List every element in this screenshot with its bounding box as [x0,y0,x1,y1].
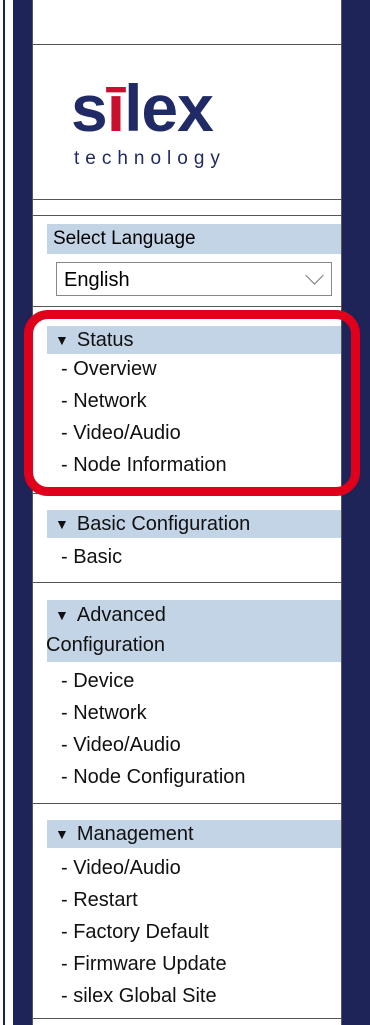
language-label: Select Language [47,224,341,254]
nav-item-video-audio[interactable]: - Video/Audio [61,421,181,445]
nav-item-factory-default[interactable]: - Factory Default [61,920,209,944]
nav-item-restart[interactable]: - Restart [61,888,138,912]
logo-tagline: technology [74,148,226,169]
nav-item-device[interactable]: - Device [61,669,134,693]
logo-text-accent: ī [106,71,125,145]
divider [33,582,341,583]
section-header-status[interactable]: ▼ Status [47,326,341,354]
section-title: Status [76,329,134,351]
nav-item-silex-global-site[interactable]: - silex Global Site [61,984,217,1008]
section-header-basic-configuration[interactable]: ▼ Basic Configuration [47,510,341,538]
logo-text-pre: s [71,71,108,145]
silex-logo: sīlex [71,75,214,141]
section-title-line1: ▼ Advanced [55,604,166,626]
nav-item-video-audio[interactable]: - Video/Audio [61,856,181,880]
nav-item-video-audio[interactable]: - Video/Audio [61,733,181,757]
divider [33,1018,341,1019]
language-select[interactable]: English [56,262,332,296]
nav-item-network[interactable]: - Network [61,701,147,725]
logo-text-post: lex [124,71,214,145]
section-header-advanced-configuration[interactable]: ▼ Advanced Configuration [46,600,341,662]
section-header-management[interactable]: ▼ Management [47,820,341,848]
divider [33,215,341,216]
nav-item-basic[interactable]: - Basic [61,545,122,569]
triangle-down-icon: ▼ [55,607,69,623]
divider [33,493,341,494]
divider [33,306,341,307]
nav-item-firmware-update[interactable]: - Firmware Update [61,952,227,976]
logo-area[interactable]: sīlex technology [33,44,341,199]
nav-item-node-information[interactable]: - Node Information [61,453,227,477]
navigation-panel: sīlex technology Select Language English… [32,0,342,1025]
triangle-down-icon: ▼ [55,826,69,842]
chevron-down-icon [305,266,324,285]
triangle-down-icon: ▼ [55,516,69,532]
divider [33,803,341,804]
nav-item-overview[interactable]: - Overview [61,357,157,381]
section-title: Basic Configuration [76,513,251,535]
nav-item-network[interactable]: - Network [61,389,147,413]
triangle-down-icon: ▼ [55,332,69,348]
section-title: Management [76,823,194,845]
divider [33,199,341,200]
nav-item-node-configuration[interactable]: - Node Configuration [61,765,246,789]
language-selected-value: English [64,269,130,291]
section-title-line2: Configuration [46,634,165,656]
